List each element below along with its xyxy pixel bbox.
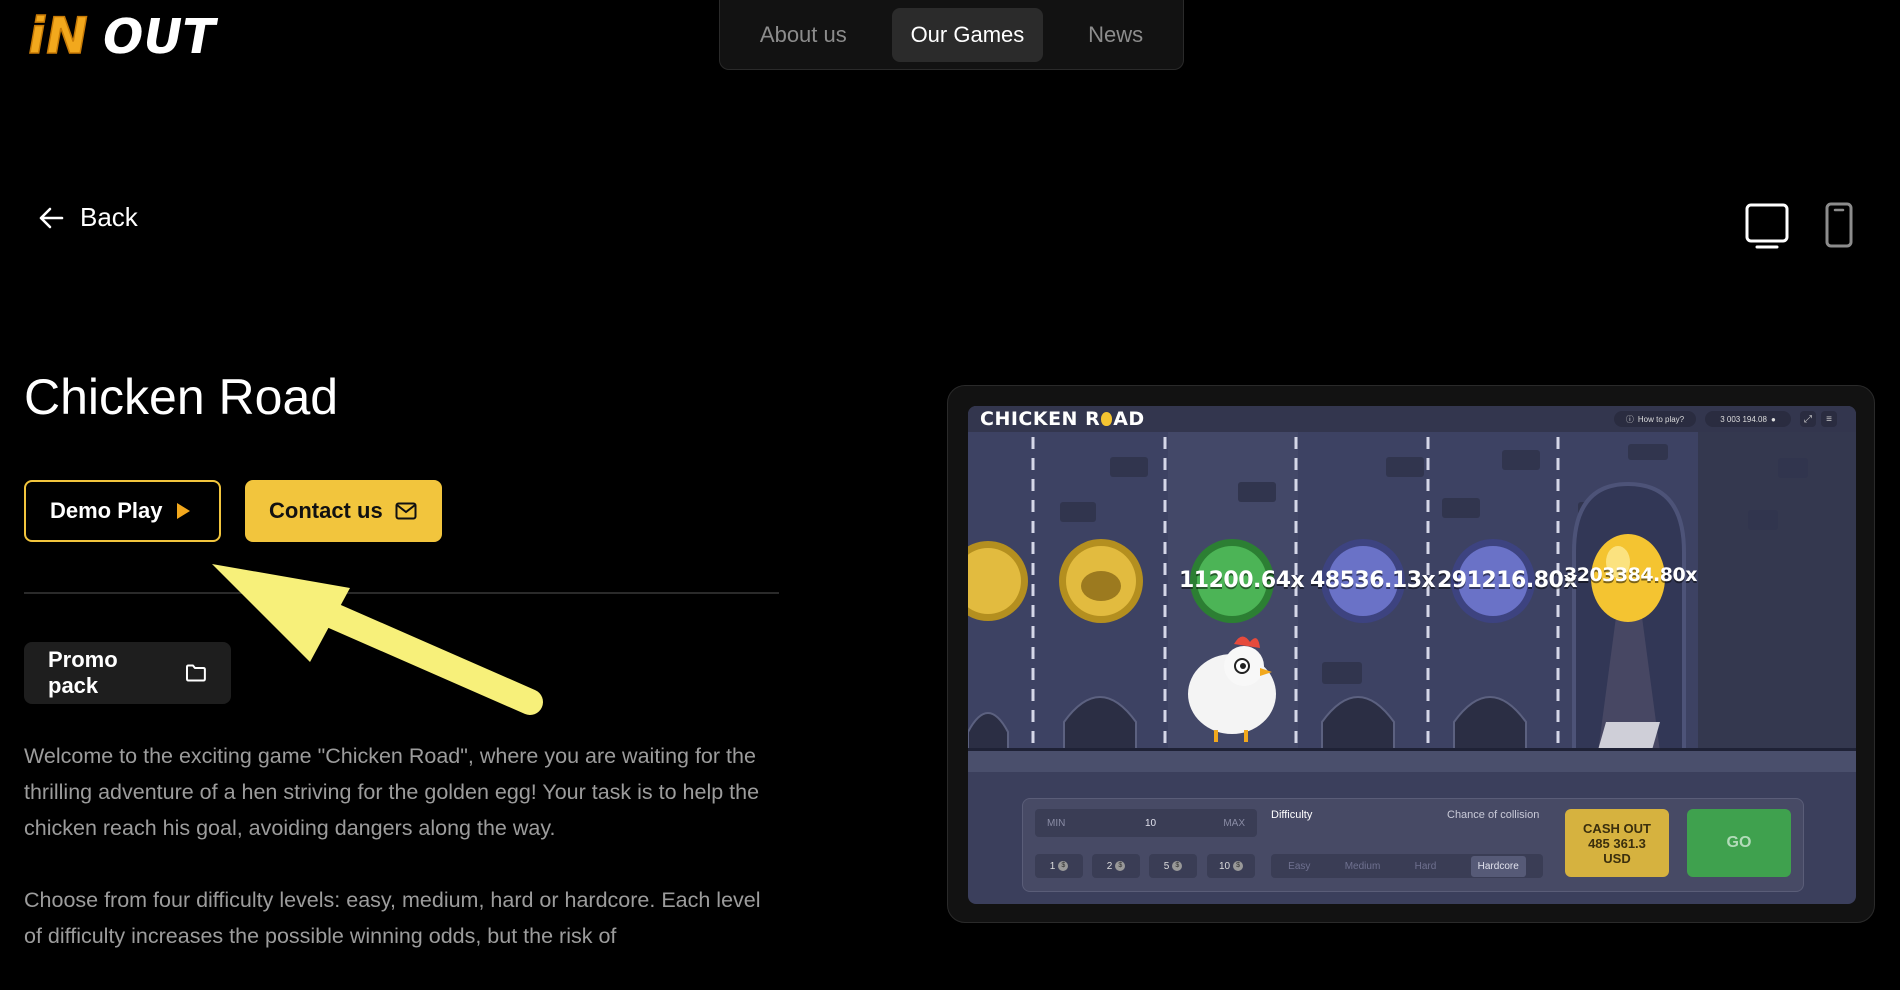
chip-label: 5 <box>1163 860 1170 872</box>
road-illustration <box>968 432 1856 772</box>
annotation-arrow-icon <box>212 564 543 715</box>
coin-icon: $ <box>1058 861 1069 871</box>
fullscreen-icon[interactable]: ⤢ <box>1800 411 1816 427</box>
cash-out-line: CASH OUT <box>1583 820 1651 836</box>
difficulty-easy[interactable]: Easy <box>1288 861 1310 872</box>
balance-display: 3 003 194.08 ● <box>1705 411 1791 427</box>
difficulty-hardcore[interactable]: Hardcore <box>1470 855 1526 877</box>
promo-pack-button[interactable]: Promo pack <box>24 642 231 704</box>
multiplier-label: 3203384.80x <box>1564 564 1697 586</box>
nav-news[interactable]: News <box>1069 8 1162 62</box>
info-icon: ⓘ <box>1625 414 1634 424</box>
multiplier-label: 291216.80x <box>1437 568 1578 593</box>
difficulty-selector: Easy Medium Hard Hardcore <box>1271 854 1543 878</box>
difficulty-label: Difficulty <box>1271 809 1313 821</box>
bet-min-button[interactable]: MIN <box>1047 818 1065 829</box>
game-logo-part: AD <box>1113 408 1145 430</box>
chip-label: 1 <box>1049 860 1056 872</box>
multiplier-label: 11200.64x <box>1179 568 1305 593</box>
game-description: Welcome to the exciting game "Chicken Ro… <box>24 738 784 990</box>
description-paragraph: Choose from four difficulty levels: easy… <box>24 888 761 948</box>
play-icon <box>176 503 190 519</box>
game-logo-part: CHICKEN R <box>980 408 1101 430</box>
multiplier-label: 48536.13x <box>1310 568 1436 593</box>
cash-out-line: 485 361.3 <box>1588 835 1646 851</box>
cash-out-button[interactable]: CASH OUT 485 361.3 USD <box>1565 809 1669 877</box>
promo-pack-label: Promo pack <box>48 647 118 698</box>
bet-max-button[interactable]: MAX <box>1223 818 1245 829</box>
bet-panel: MIN 10 MAX 1 $ 2 $ 5 $ 10 $ Difficulty Chanc… <box>1022 798 1804 892</box>
top-navigation: About us Our Games News <box>719 0 1184 70</box>
mobile-view-toggle[interactable] <box>1824 201 1854 254</box>
game-top-bar: CHICKEN R AD ⓘ How to play? 3 003 194.08 ● … <box>968 406 1856 432</box>
nav-our-games[interactable]: Our Games <box>891 7 1044 62</box>
demo-play-button[interactable]: Demo Play <box>24 480 221 542</box>
back-link[interactable]: Back <box>38 202 138 233</box>
currency-icon: ● <box>1770 414 1776 424</box>
mail-icon <box>395 502 417 520</box>
coin-icon: $ <box>1233 861 1244 871</box>
how-to-play-label: How to play? <box>1637 414 1685 424</box>
menu-icon[interactable]: ≡ <box>1821 411 1837 427</box>
difficulty-medium[interactable]: Medium <box>1345 861 1381 872</box>
coin-icon: $ <box>1115 861 1126 871</box>
bet-chip[interactable]: 10 $ <box>1207 854 1255 878</box>
back-label: Back <box>80 202 138 232</box>
difficulty-hard[interactable]: Hard <box>1415 861 1437 872</box>
game-logo: CHICKEN R AD <box>980 408 1145 430</box>
game-scene: 11200.64x 48536.13x 291216.80x 3203384.8… <box>968 432 1856 772</box>
game-title: Chicken Road <box>24 369 339 425</box>
go-button[interactable]: GO <box>1687 809 1791 877</box>
logo-out-text: OUT <box>98 9 220 65</box>
chance-of-collision-label: Chance of collision <box>1447 809 1540 821</box>
contact-us-button[interactable]: Contact us <box>245 480 442 542</box>
monitor-icon <box>1745 203 1789 249</box>
cash-out-line: USD <box>1603 850 1631 866</box>
chip-label: 2 <box>1106 860 1113 872</box>
game-screenshot[interactable]: CHICKEN R AD ⓘ How to play? 3 003 194.08 ● … <box>968 406 1856 904</box>
chip-label: 10 <box>1218 860 1231 872</box>
arrow-left-icon <box>39 207 64 228</box>
bet-chip[interactable]: 5 $ <box>1149 854 1197 878</box>
nav-about-us[interactable]: About us <box>741 8 866 62</box>
folder-icon <box>186 664 207 682</box>
coin-icon: $ <box>1172 861 1183 871</box>
bet-amount-input[interactable]: MIN 10 MAX <box>1035 809 1257 837</box>
logo-in-text: iN <box>24 6 93 65</box>
how-to-play-button[interactable]: ⓘ How to play? <box>1614 411 1696 427</box>
bet-chip[interactable]: 2 $ <box>1092 854 1140 878</box>
balance-value: 3 003 194.08 <box>1720 414 1767 424</box>
contact-us-label: Contact us <box>269 498 383 523</box>
bet-value: 10 <box>1145 818 1157 829</box>
description-paragraph: Welcome to the exciting game "Chicken Ro… <box>24 744 760 840</box>
game-preview-frame: CHICKEN R AD ⓘ How to play? 3 003 194.08 ● … <box>947 385 1875 923</box>
section-divider <box>24 592 779 594</box>
phone-icon <box>1825 202 1853 248</box>
bet-chip[interactable]: 1 $ <box>1035 854 1083 878</box>
egg-icon <box>1101 412 1113 426</box>
demo-play-label: Demo Play <box>50 498 163 523</box>
inout-logo[interactable]: iN OUT <box>23 6 220 66</box>
desktop-view-toggle[interactable] <box>1744 202 1792 255</box>
